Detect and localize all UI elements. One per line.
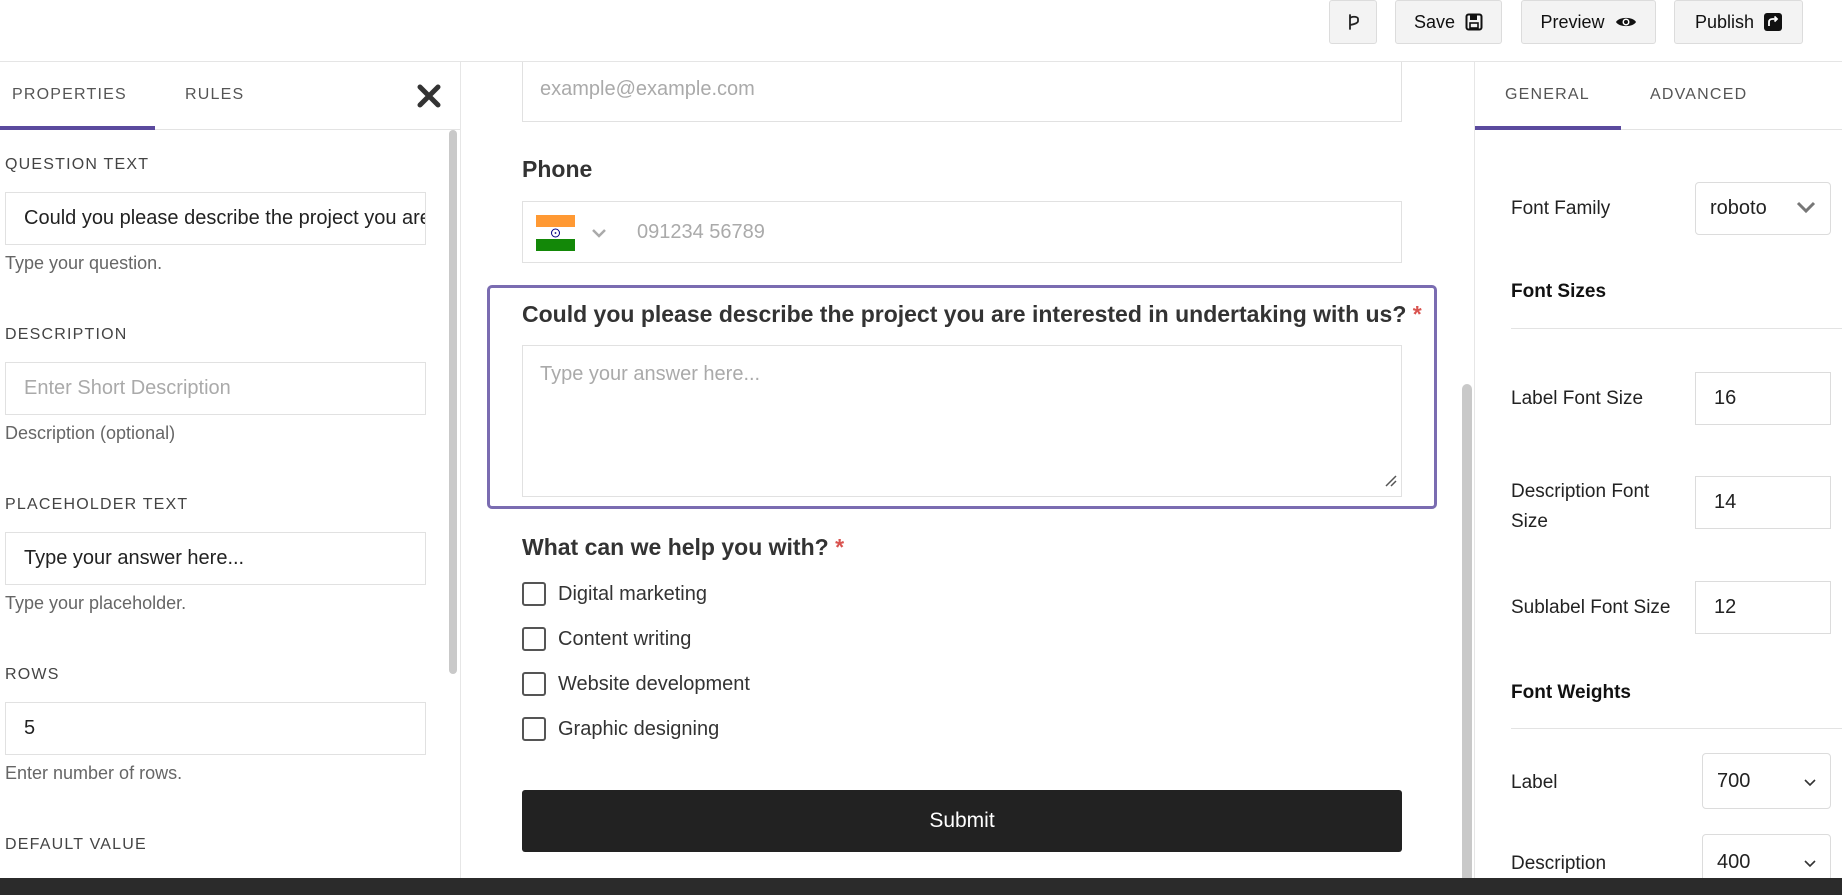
form-scrollbar[interactable] <box>1462 384 1472 878</box>
save-button[interactable]: Save <box>1395 0 1502 44</box>
tab-general[interactable]: GENERAL <box>1505 86 1590 104</box>
description-weight-label: Description <box>1511 853 1607 874</box>
default-value-title: DEFAULT VALUE <box>5 836 147 853</box>
placeholder-text-title: PLACEHOLDER TEXT <box>5 496 189 513</box>
description-title: DESCRIPTION <box>5 326 128 343</box>
description-weight-value: 400 <box>1717 850 1751 873</box>
checkbox[interactable] <box>522 582 546 606</box>
active-tab-indicator <box>0 126 155 130</box>
phone-placeholder: 091234 56789 <box>637 221 765 243</box>
option-label: Graphic designing <box>558 717 720 740</box>
description-font-size-label: Description Font Size <box>1511 481 1650 532</box>
help-label: What can we help you with? * <box>522 534 844 561</box>
divider <box>1511 728 1842 729</box>
font-family-label: Font Family <box>1511 198 1611 219</box>
email-field[interactable]: example@example.com <box>522 62 1402 122</box>
top-toolbar: Save Preview Publish <box>0 0 1842 62</box>
tab-rules[interactable]: RULES <box>185 86 244 104</box>
label-weight-value: 700 <box>1717 769 1751 792</box>
answer-placeholder: Type your answer here... <box>540 363 761 385</box>
help-label-text: What can we help you with? <box>522 534 829 560</box>
placeholder-text-hint: Type your placeholder. <box>5 593 187 613</box>
publish-button[interactable]: Publish <box>1674 0 1803 44</box>
font-family-value: roboto <box>1710 197 1767 219</box>
option-graphic-designing[interactable]: Graphic designing <box>522 717 719 741</box>
chevron-down-icon <box>1804 851 1816 874</box>
phone-field[interactable]: 091234 56789 <box>522 201 1402 263</box>
font-sizes-heading: Font Sizes <box>1511 281 1607 302</box>
option-digital-marketing[interactable]: Digital marketing <box>522 582 707 606</box>
checkbox[interactable] <box>522 672 546 696</box>
label-font-size-label: Label Font Size <box>1511 388 1644 409</box>
option-content-writing[interactable]: Content writing <box>522 627 691 651</box>
properties-panel: PROPERTIES RULES QUESTION TEXT Could you… <box>0 62 461 878</box>
preview-label: Preview <box>1540 11 1605 32</box>
description-font-size-input[interactable]: 14 <box>1695 476 1831 529</box>
style-tabs: GENERAL ADVANCED <box>1475 62 1842 130</box>
preview-button[interactable]: Preview <box>1521 0 1656 44</box>
rows-hint: Enter number of rows. <box>5 763 183 783</box>
required-marker: * <box>1412 301 1422 327</box>
save-label: Save <box>1413 11 1456 32</box>
sublabel-font-size-label: Sublabel Font Size <box>1511 597 1671 618</box>
option-website-development[interactable]: Website development <box>522 672 750 696</box>
submit-button[interactable]: Submit <box>522 790 1402 852</box>
properties-tabs: PROPERTIES RULES <box>0 62 460 130</box>
rows-input[interactable]: 5 <box>5 702 426 755</box>
email-placeholder: example@example.com <box>540 78 755 100</box>
chevron-down-icon <box>1804 770 1816 793</box>
publish-icon <box>1764 13 1783 31</box>
description-hint: Description (optional) <box>5 423 176 443</box>
option-label: Website development <box>558 672 750 695</box>
style-panel: GENERAL ADVANCED Font Family roboto Font… <box>1474 62 1842 878</box>
label-font-size-input[interactable]: 16 <box>1695 372 1831 425</box>
font-family-select[interactable]: roboto <box>1695 182 1831 235</box>
publish-label: Publish <box>1694 11 1755 32</box>
divider <box>1511 328 1842 329</box>
save-icon <box>1465 13 1483 31</box>
india-flag-icon <box>536 215 575 251</box>
question-text-title: QUESTION TEXT <box>5 156 150 173</box>
tab-advanced[interactable]: ADVANCED <box>1650 86 1747 104</box>
description-input[interactable]: Enter Short Description <box>5 362 426 415</box>
answer-textarea[interactable]: Type your answer here... <box>522 345 1402 497</box>
question-label-text: Could you please describe the project yo… <box>522 301 1407 327</box>
label-weight-label: Label <box>1511 772 1558 793</box>
chevron-down-icon[interactable] <box>591 226 607 244</box>
checkbox[interactable] <box>522 717 546 741</box>
taskbar-strip <box>0 878 1842 895</box>
label-weight-select[interactable]: 700 <box>1702 753 1831 809</box>
option-label: Digital marketing <box>558 582 707 605</box>
option-label: Content writing <box>558 627 692 650</box>
description-weight-select[interactable]: 400 <box>1702 834 1831 878</box>
branch-icon <box>1345 13 1361 31</box>
font-weights-heading: Font Weights <box>1511 682 1631 703</box>
phone-label: Phone <box>522 156 593 182</box>
branch-button[interactable] <box>1329 0 1377 44</box>
eye-icon <box>1615 15 1637 29</box>
active-tab-indicator <box>1475 126 1621 130</box>
checkbox[interactable] <box>522 627 546 651</box>
tab-properties[interactable]: PROPERTIES <box>12 86 127 104</box>
question-text-input[interactable]: Could you please describe the project yo… <box>5 192 426 245</box>
placeholder-text-input[interactable]: Type your answer here... <box>5 532 426 585</box>
question-text-hint: Type your question. <box>5 253 163 273</box>
form-canvas: example@example.com Phone 091234 56789 C… <box>462 62 1474 878</box>
sublabel-font-size-input[interactable]: 12 <box>1695 581 1831 634</box>
chevron-down-icon <box>1796 197 1816 220</box>
required-marker: * <box>835 534 845 560</box>
properties-scrollbar[interactable] <box>449 130 457 674</box>
resize-handle-icon[interactable] <box>1383 473 1397 492</box>
rows-title: ROWS <box>5 666 60 683</box>
question-label: Could you please describe the project yo… <box>522 301 1422 328</box>
close-icon[interactable] <box>414 81 444 111</box>
